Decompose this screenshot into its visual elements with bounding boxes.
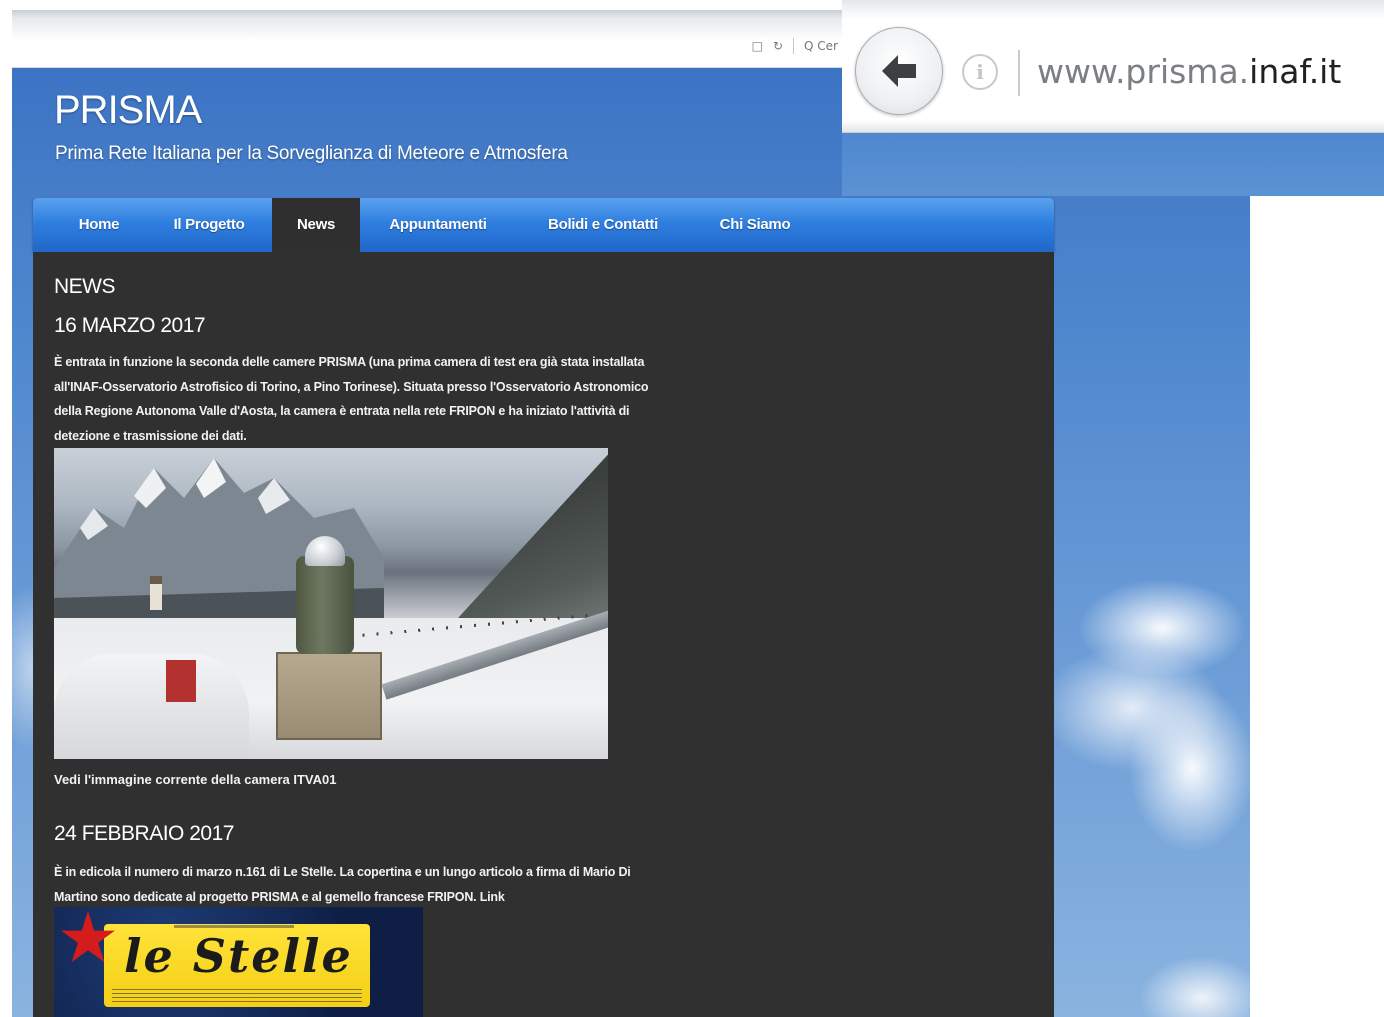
site-title[interactable]: PRISMA [54, 88, 202, 133]
post-line: È entrata in funzione la seconda delle c… [54, 355, 645, 369]
browser-toolbar: □ ↻ Q Cer [12, 10, 842, 68]
main-nav: Home Il Progetto News Appuntamenti Bolid… [33, 198, 1054, 252]
search-hint[interactable]: Q Cer [804, 39, 838, 53]
post-body: È entrata in funzione la seconda delle c… [54, 350, 774, 448]
post-line: Martino sono dedicate al progetto PRISMA… [54, 889, 505, 904]
nav-home[interactable]: Home [57, 198, 141, 252]
nav-bolidi[interactable]: Bolidi e Contatti [527, 198, 679, 252]
shelter-door [166, 660, 196, 702]
nav-appuntamenti[interactable]: Appuntamenti [367, 198, 509, 252]
url-prefix: www.prisma. [1037, 52, 1250, 91]
magazine-title: le Stelle [124, 929, 353, 983]
camera-housing [296, 556, 354, 654]
bookmark-icon[interactable]: □ [752, 39, 763, 53]
nav-chi-siamo[interactable]: Chi Siamo [701, 198, 809, 252]
content-panel: NEWS 16 MARZO 2017 È entrata in funzione… [33, 252, 1054, 1017]
site-subtitle: Prima Rete Italiana per la Sorveglianza … [55, 143, 568, 164]
back-button[interactable] [855, 27, 943, 115]
post-body: È in edicola il numero di marzo n.161 di… [54, 860, 774, 909]
post-line: della Regione Autonoma Valle d'Aosta, la… [54, 404, 630, 418]
page-margin [1250, 196, 1384, 1017]
back-arrow-icon [882, 55, 916, 87]
info-icon[interactable]: i [962, 54, 998, 90]
camera-base-box [276, 652, 382, 740]
post-line: all'INAF-Osservatorio Astrofisico di Tor… [54, 379, 649, 394]
magazine-cover[interactable]: le Stelle [54, 907, 423, 1017]
church-tower [150, 576, 162, 610]
photo-caption-link[interactable]: Vedi l'immagine corrente della camera IT… [54, 772, 336, 787]
section-title: NEWS [54, 275, 116, 298]
refresh-icon[interactable]: ↻ [773, 39, 783, 53]
camera-station-photo[interactable] [54, 448, 608, 759]
white-shelter [54, 653, 249, 753]
post-line: detezione e trasmissione dei dati. [54, 428, 247, 443]
nav-progetto[interactable]: Il Progetto [147, 198, 271, 252]
post-date: 24 FEBBRAIO 2017 [54, 822, 234, 845]
post-date: 16 MARZO 2017 [54, 314, 206, 337]
post-line: È in edicola il numero di marzo n.161 di… [54, 865, 631, 879]
url-domain: inaf.it [1249, 52, 1342, 91]
magazine-header-text [174, 925, 294, 928]
magazine-subtext [112, 989, 362, 1003]
zoom-sky-strip [842, 133, 1384, 196]
nav-news[interactable]: News [272, 198, 360, 252]
url-separator [1018, 50, 1020, 96]
zoomed-address-bar: i www.prisma.inaf.it [842, 0, 1384, 133]
toolbar-separator [793, 38, 795, 54]
url-field[interactable]: www.prisma.inaf.it [1037, 52, 1341, 91]
